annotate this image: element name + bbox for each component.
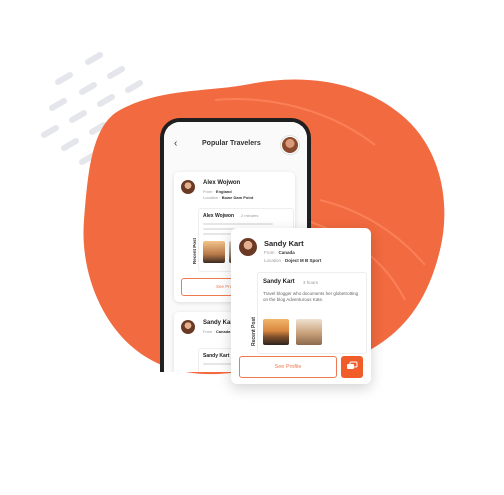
page-title: Popular Travelers <box>202 140 261 147</box>
post-image <box>263 319 289 345</box>
profile-location: Location · Doject M B Sport <box>264 258 322 263</box>
profile-name: Sandy Kart <box>264 239 304 248</box>
traveler-avatar <box>181 320 195 334</box>
post-author: Sandy Kart <box>263 279 295 285</box>
post-image <box>296 319 322 345</box>
traveler-name: Sandy Kart <box>203 320 235 326</box>
message-icon <box>347 361 358 369</box>
post-text: Travel blogger who documents her globetr… <box>263 291 359 302</box>
profile-from: From · Canada <box>264 250 295 255</box>
post-time: 2 minutes <box>241 213 259 218</box>
traveler-from: From · England <box>203 189 232 194</box>
user-avatar[interactable] <box>281 136 299 154</box>
post-author: Sandy Kart <box>203 353 230 359</box>
see-profile-button[interactable]: See Profile <box>239 356 337 378</box>
profile-card: Sandy Kart From · Canada Location · Doje… <box>231 228 371 384</box>
post-image <box>203 241 225 263</box>
traveler-from: From · Canada <box>203 329 231 334</box>
back-arrow-icon[interactable]: ‹ <box>174 138 177 149</box>
post-time: 3 hours <box>303 280 319 285</box>
traveler-location: Location · Bowe Dam Point <box>203 195 254 200</box>
app-header: ‹ Popular Travelers <box>164 136 307 156</box>
message-button[interactable] <box>341 356 363 378</box>
traveler-name: Alex Wojwon <box>203 180 241 186</box>
profile-avatar <box>239 238 257 256</box>
traveler-avatar <box>181 180 195 194</box>
recent-post-label: Recent Post <box>192 237 197 264</box>
post-author: Alex Wojwon <box>203 213 235 219</box>
recent-post: Sandy Kart 3 hours Travel blogger who do… <box>257 272 367 354</box>
